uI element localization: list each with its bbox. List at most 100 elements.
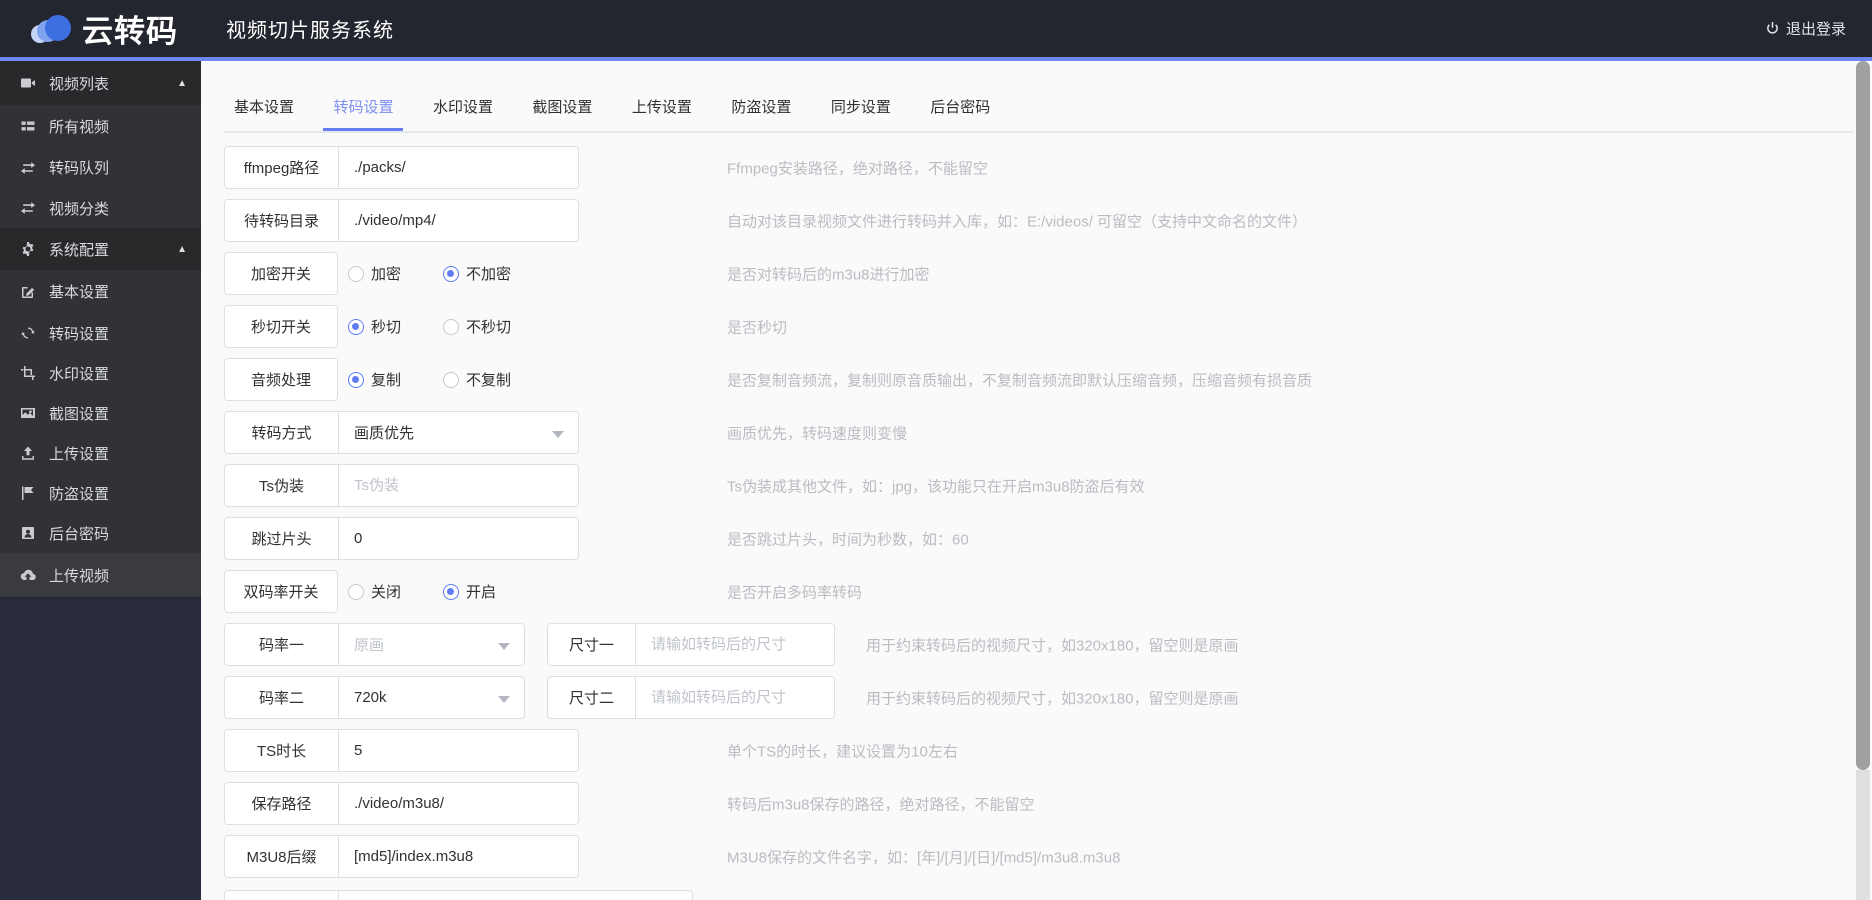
sidebar-item-label: 视频列表	[49, 75, 110, 93]
field-label: 码率一	[225, 624, 339, 665]
ffmpeg-path-input[interactable]	[339, 159, 578, 176]
field-label: 尺寸一	[548, 624, 636, 665]
tab-antitheft-settings[interactable]: 防盗设置	[721, 86, 801, 131]
radio-label: 不加密	[466, 266, 512, 283]
radio-circle[interactable]	[443, 371, 460, 388]
caret-down-icon	[552, 431, 564, 438]
scrollbar-thumb[interactable]	[1856, 61, 1870, 770]
radio-circle[interactable]	[443, 318, 460, 335]
radio-circle[interactable]	[348, 371, 364, 388]
flag-icon	[20, 485, 36, 501]
field-hint: 是否对转码后的m3u8进行加密	[727, 266, 930, 283]
select-value: 原画	[354, 637, 385, 654]
radio-option[interactable]: 不加密	[443, 263, 511, 284]
list-icon	[20, 118, 36, 134]
radio-circle[interactable]	[348, 583, 364, 600]
caret-down-icon	[498, 696, 510, 703]
edit-icon	[20, 284, 36, 300]
bitrate-one-select[interactable]: 原画	[339, 624, 524, 665]
select-value: 画质优先	[354, 425, 415, 442]
tab-screenshot-settings[interactable]: 截图设置	[522, 86, 602, 131]
radio-option[interactable]: 加密	[348, 263, 401, 284]
sidebar-item-all-videos[interactable]: 所有视频	[0, 105, 201, 147]
sidebar-item-watermark-settings[interactable]: 水印设置	[0, 353, 201, 393]
field-label: 待转码目录	[225, 200, 339, 241]
encrypt-radio-group: 加密 不加密	[348, 263, 511, 284]
size-one-input[interactable]	[636, 636, 834, 653]
save-path-input[interactable]	[339, 795, 578, 812]
radio-option[interactable]: 不复制	[443, 369, 511, 390]
ts-duration-input[interactable]	[339, 742, 578, 759]
radio-label: 关闭	[371, 584, 402, 601]
radio-option[interactable]: 不秒切	[443, 316, 511, 337]
caret-down-icon	[498, 643, 510, 650]
sidebar-item-video-category[interactable]: 视频分类	[0, 188, 201, 228]
sidebar-item-transcode-settings[interactable]: 转码设置	[0, 313, 201, 353]
app-name: 云转码	[82, 14, 178, 49]
sidebar-item-antitheft-settings[interactable]: 防盗设置	[0, 473, 201, 513]
skip-intro-input[interactable]	[339, 530, 578, 547]
sidebar-item-label: 转码队列	[49, 160, 110, 177]
sidebar-item-label: 截图设置	[49, 405, 110, 423]
sidebar-item-upload-settings[interactable]: 上传设置	[0, 433, 201, 473]
cloud-logo-icon	[31, 14, 71, 43]
radio-circle[interactable]	[443, 265, 460, 282]
field-label: ffmpeg路径	[225, 147, 339, 188]
field-hint: 转码后m3u8保存的路径，绝对路径，不能留空	[727, 796, 1035, 813]
field-label: 加密开关	[224, 252, 338, 295]
field-label: Ts伪装	[225, 465, 339, 506]
cloud-upload-icon	[20, 567, 36, 583]
form-row-partial	[224, 890, 693, 900]
form-row-audio-handling: 音频处理 复制 不复制 是否复制音频流，复制则原音质输出，不复制音频流即默认压缩…	[224, 358, 1312, 401]
sidebar-item-admin-password[interactable]: 后台密码	[0, 513, 201, 553]
scrollbar-track	[1856, 770, 1870, 900]
radio-circle[interactable]	[348, 318, 364, 335]
sidebar-item-label: 视频分类	[49, 200, 110, 218]
page-title: 视频切片服务系统	[226, 20, 394, 42]
radio-label: 不秒切	[466, 319, 512, 336]
field-hint: 单个TS的时长，建议设置为10左右	[727, 743, 958, 760]
radio-label: 复制	[371, 372, 402, 389]
field-label: 码率二	[225, 677, 339, 718]
tab-watermark-settings[interactable]: 水印设置	[423, 86, 503, 131]
m3u8-suffix-input[interactable]	[339, 848, 578, 865]
logout-button[interactable]: 退出登录	[1765, 0, 1846, 57]
radio-circle[interactable]	[443, 583, 460, 600]
caret-up-icon: ▲	[177, 77, 187, 89]
field-hint: Ts伪装成其他文件，如：jpg，该功能只在开启m3u8防盗后有效	[727, 478, 1145, 495]
form-row-skip-intro: 跳过片头 是否跳过片头，时间为秒数，如：60	[224, 517, 969, 560]
sidebar-item-system-config[interactable]: 系统配置 ▲	[0, 228, 201, 270]
tab-upload-settings[interactable]: 上传设置	[622, 86, 702, 131]
sidebar-item-label: 防盗设置	[49, 485, 110, 503]
sidebar-item-screenshot-settings[interactable]: 截图设置	[0, 393, 201, 433]
sidebar-item-upload-video[interactable]: 上传视频	[0, 553, 201, 597]
main-content: 基本设置 转码设置 水印设置 截图设置 上传设置 防盗设置 同步设置 后台密码 …	[201, 61, 1853, 900]
tab-transcode-settings[interactable]: 转码设置	[323, 86, 404, 131]
radio-option[interactable]: 秒切	[348, 316, 401, 337]
source-dir-input[interactable]	[339, 212, 578, 229]
sidebar-item-label: 所有视频	[49, 118, 110, 136]
sidebar-item-label: 水印设置	[49, 365, 110, 383]
sidebar-item-video-list[interactable]: 视频列表 ▲	[0, 61, 201, 105]
transcode-mode-select[interactable]: 画质优先	[339, 412, 578, 453]
id-card-icon	[20, 525, 36, 541]
radio-option[interactable]: 复制	[348, 369, 401, 390]
sidebar: 视频列表 ▲ 所有视频 转码队列 视频分类 系统配置 ▲ 基本设置 转码设置 水…	[0, 61, 201, 900]
size-two-input[interactable]	[636, 689, 834, 706]
field-label	[225, 891, 339, 900]
sidebar-item-basic-settings[interactable]: 基本设置	[0, 270, 201, 313]
bitrate-two-select[interactable]: 720k	[339, 677, 524, 718]
power-icon	[1767, 21, 1778, 34]
radio-circle[interactable]	[348, 265, 364, 282]
sidebar-item-label: 基本设置	[49, 284, 110, 301]
radio-option[interactable]: 关闭	[348, 581, 401, 602]
tab-admin-password[interactable]: 后台密码	[920, 86, 1000, 131]
form-row-dual-bitrate-switch: 双码率开关 关闭 开启 是否开启多码率转码	[224, 570, 862, 613]
tab-sync-settings[interactable]: 同步设置	[821, 86, 901, 131]
scrollbar	[1853, 61, 1872, 900]
radio-option[interactable]: 开启	[443, 581, 496, 602]
sidebar-item-transcode-queue[interactable]: 转码队列	[0, 147, 201, 188]
field-label: 音频处理	[224, 358, 338, 401]
tab-basic-settings[interactable]: 基本设置	[224, 86, 304, 131]
ts-disguise-input[interactable]	[339, 477, 578, 494]
